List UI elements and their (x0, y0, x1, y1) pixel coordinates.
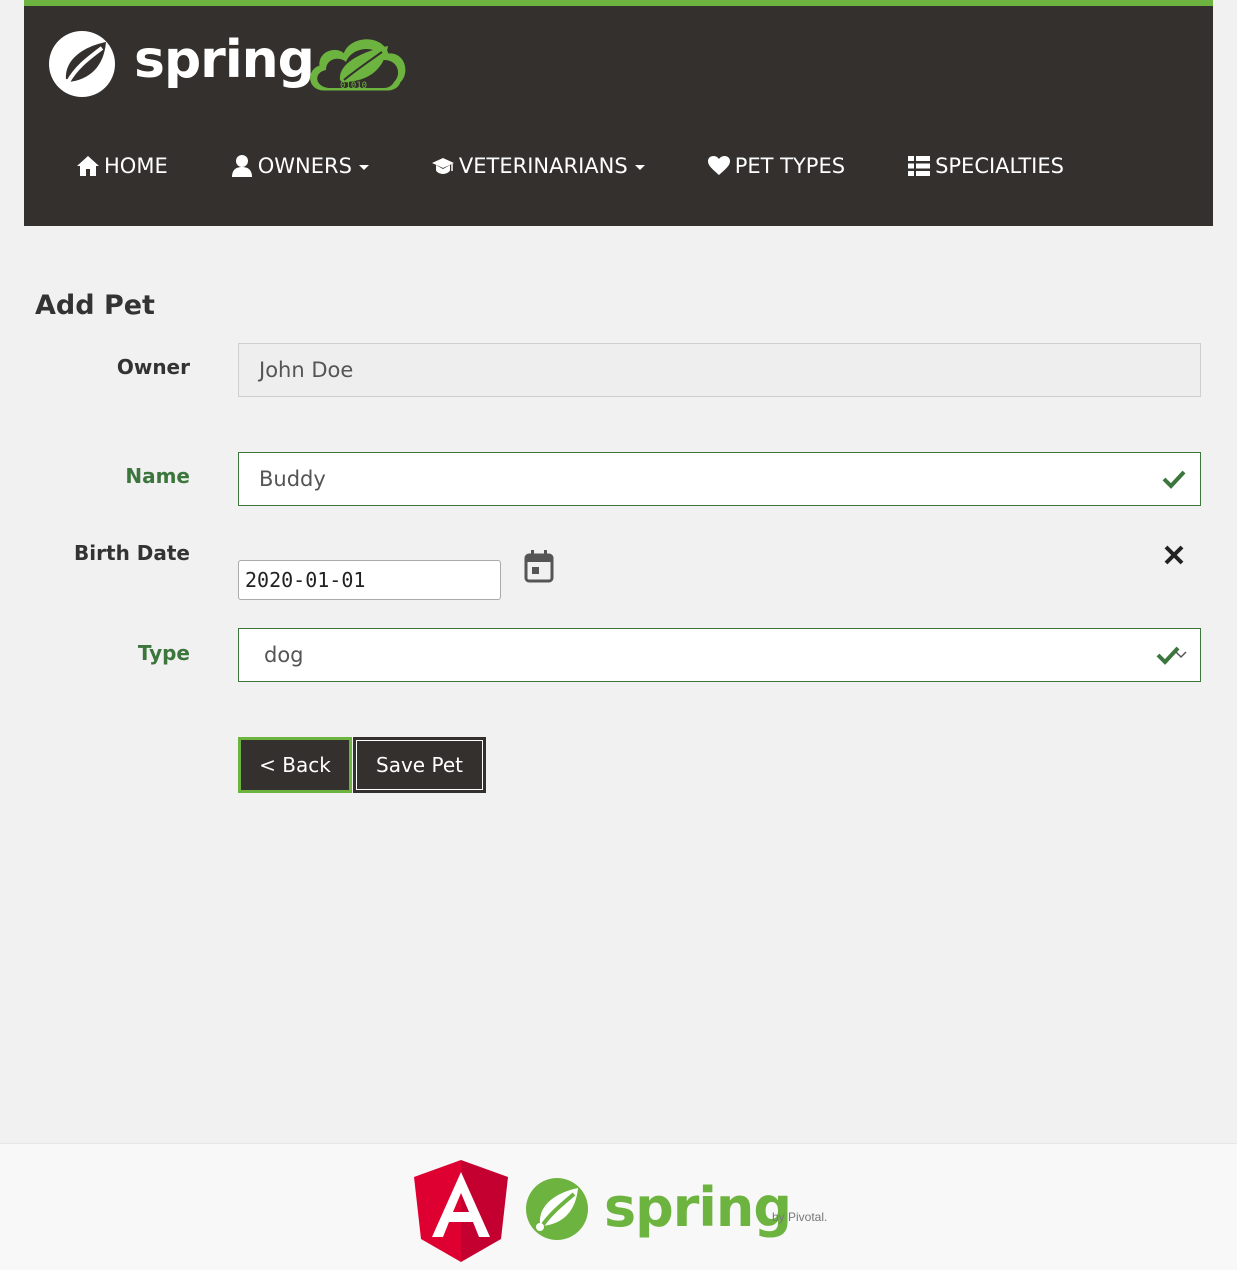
page-title: Add Pet (35, 290, 155, 321)
nav-pet-types-label: PET TYPES (734, 154, 846, 178)
nav-specialties-label: SPECIALTIES (935, 154, 1064, 178)
birth-date-input[interactable]: 2020-01-01 (238, 560, 501, 600)
birth-date-value: 2020-01-01 (245, 568, 366, 592)
owner-field: John Doe (238, 343, 1201, 397)
brand-wordmark: spring (134, 30, 315, 90)
nav-pet-types[interactable]: PET TYPES (707, 154, 845, 178)
spring-footer-logo: spring by Pivotal. (524, 1176, 844, 1242)
chevron-down-icon (1175, 651, 1187, 659)
footer: spring by Pivotal. (0, 1143, 1237, 1270)
graduation-cap-icon (431, 158, 454, 174)
nav-owners[interactable]: OWNERS (230, 154, 369, 178)
cloud-leaf-badge-icon: 01010 (310, 39, 406, 91)
owner-value: John Doe (259, 358, 354, 382)
nav-home[interactable]: HOME (76, 154, 168, 178)
birth-date-label: Birth Date (74, 541, 190, 565)
spring-logo[interactable]: spring 01010 (46, 24, 416, 97)
chevron-down-icon (634, 164, 645, 170)
back-button[interactable]: < Back (238, 737, 352, 793)
owner-label: Owner (116, 355, 190, 379)
footer-by-pivotal: by Pivotal. (772, 1210, 828, 1224)
save-pet-button[interactable]: Save Pet (353, 737, 486, 793)
checkmark-icon (1162, 470, 1186, 489)
nav-veterinarians-label: VETERINARIANS (458, 154, 628, 178)
user-icon (231, 155, 252, 177)
badge-binary-text: 01010 (340, 81, 367, 91)
type-select-value: dog (264, 643, 304, 667)
footer-wordmark: spring (604, 1176, 792, 1239)
calendar-icon[interactable] (523, 549, 555, 583)
type-select[interactable]: dog (238, 628, 1201, 682)
spring-leaf-icon (526, 1178, 588, 1240)
type-label: Type (137, 641, 190, 665)
spring-leaf-icon (49, 31, 115, 97)
nav-home-label: HOME (104, 154, 168, 178)
name-input-value: Buddy (259, 467, 326, 491)
nav-veterinarians[interactable]: VETERINARIANS (431, 154, 645, 178)
top-navbar: spring 01010 HOME OWNERS VETERINARIANS P… (24, 0, 1213, 226)
name-label: Name (125, 464, 190, 488)
heart-icon (707, 156, 730, 175)
list-icon (908, 156, 931, 176)
angular-logo (414, 1160, 508, 1262)
home-icon (77, 156, 99, 176)
nav-specialties[interactable]: SPECIALTIES (907, 154, 1064, 178)
name-input[interactable]: Buddy (238, 452, 1201, 506)
main-nav: HOME OWNERS VETERINARIANS PET TYPES SPEC… (76, 146, 1126, 186)
chevron-down-icon (358, 164, 369, 170)
clear-icon[interactable] (1163, 544, 1185, 566)
nav-owners-label: OWNERS (257, 154, 352, 178)
